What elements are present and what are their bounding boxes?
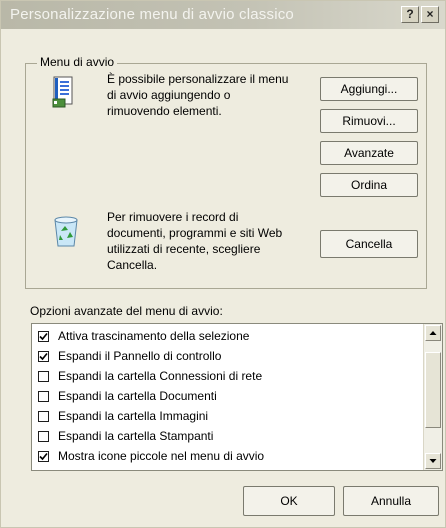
close-button[interactable]: × bbox=[421, 6, 439, 23]
remove-button[interactable]: Rimuovi... bbox=[320, 109, 418, 133]
checkbox[interactable] bbox=[38, 450, 49, 462]
scroll-thumb[interactable] bbox=[425, 352, 441, 428]
checkbox[interactable] bbox=[38, 390, 49, 402]
help-button[interactable]: ? bbox=[401, 6, 419, 23]
list-item[interactable]: Attiva trascinamento della selezione bbox=[38, 326, 249, 346]
checkbox[interactable] bbox=[38, 330, 49, 342]
list-item[interactable]: Mostra icone piccole nel menu di avvio bbox=[38, 446, 264, 466]
list-item[interactable]: Espandi il Pannello di controllo bbox=[38, 346, 221, 366]
arrow-down-icon bbox=[429, 459, 437, 463]
sort-button[interactable]: Ordina bbox=[320, 173, 418, 197]
advanced-button[interactable]: Avanzate bbox=[320, 141, 418, 165]
advanced-options-list[interactable]: Attiva trascinamento della selezione Esp… bbox=[31, 323, 443, 471]
start-menu-icon bbox=[51, 76, 77, 108]
scroll-up-button[interactable] bbox=[425, 325, 441, 341]
arrow-up-icon bbox=[429, 331, 437, 335]
dialog-window: Personalizzazione menu di avvio classico… bbox=[0, 0, 446, 528]
checkbox[interactable] bbox=[38, 350, 49, 362]
window-title: Personalizzazione menu di avvio classico bbox=[10, 6, 294, 23]
list-item[interactable]: Espandi la cartella Connessioni di rete bbox=[38, 366, 262, 386]
clear-description: Per rimuovere i record di documenti, pro… bbox=[107, 210, 283, 272]
start-menu-description: È possibile personalizzare il menu di av… bbox=[107, 72, 289, 118]
list-scrollbar[interactable] bbox=[423, 324, 442, 470]
list-item[interactable]: Espandi la cartella Stampanti bbox=[38, 426, 213, 446]
checkbox[interactable] bbox=[38, 430, 49, 442]
cancel-button[interactable]: Annulla bbox=[343, 486, 439, 516]
title-bar[interactable]: Personalizzazione menu di avvio classico… bbox=[1, 1, 445, 29]
scroll-down-button[interactable] bbox=[425, 453, 441, 469]
recycle-bin-icon bbox=[49, 213, 83, 249]
list-item[interactable]: Espandi la cartella Documenti bbox=[38, 386, 217, 406]
add-button[interactable]: Aggiungi... bbox=[320, 77, 418, 101]
clear-button[interactable]: Cancella bbox=[320, 230, 418, 258]
checkbox[interactable] bbox=[38, 410, 49, 422]
ok-button[interactable]: OK bbox=[243, 486, 335, 516]
start-menu-group-label: Menu di avvio bbox=[37, 55, 118, 69]
advanced-options-label: Opzioni avanzate del menu di avvio: bbox=[30, 304, 223, 318]
list-item[interactable]: Espandi la cartella Immagini bbox=[38, 406, 208, 426]
checkbox[interactable] bbox=[38, 370, 49, 382]
